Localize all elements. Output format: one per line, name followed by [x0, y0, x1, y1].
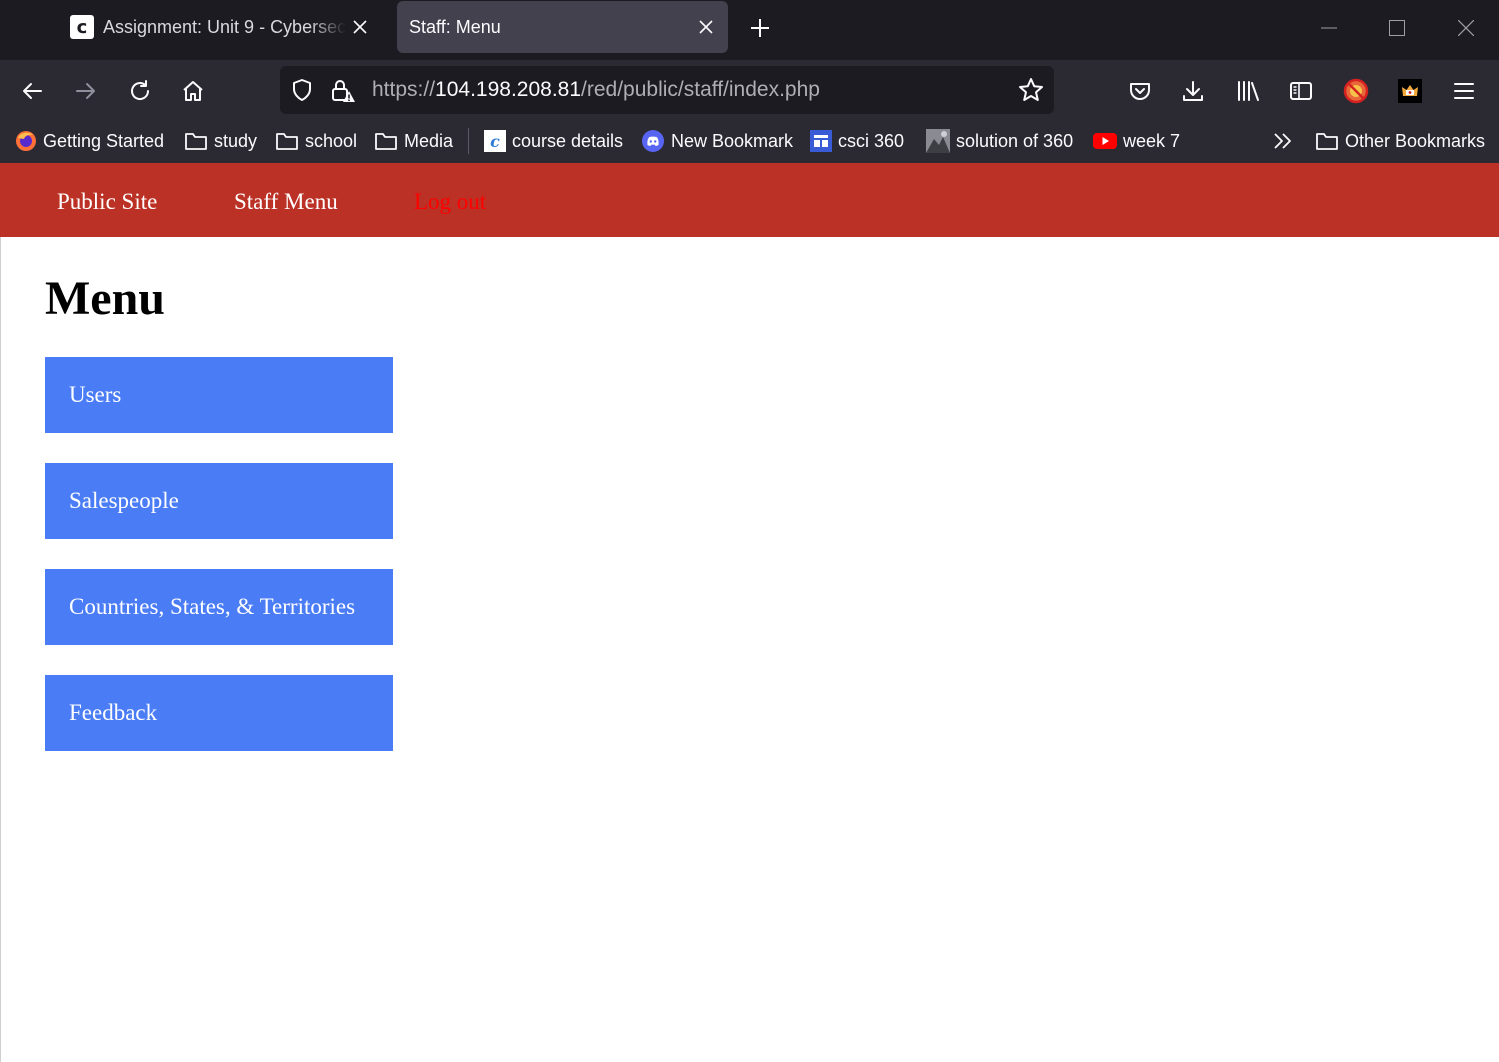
- close-tab-icon[interactable]: [346, 13, 374, 41]
- site-icon: [810, 130, 832, 152]
- course-favicon-icon: c: [70, 15, 94, 39]
- new-tab-button[interactable]: [744, 12, 776, 44]
- tab-title: Staff: Menu: [409, 16, 501, 37]
- bookmark-label: New Bookmark: [671, 130, 794, 151]
- url-path: /red/public/staff/index.php: [581, 78, 820, 101]
- url-host: 104.198.208.81: [435, 78, 582, 101]
- site-header-nav: Public Site Staff Menu Log out: [0, 163, 1499, 237]
- svg-text:c: c: [490, 132, 500, 151]
- url-text: https://104.198.208.81/red/public/staff/…: [372, 66, 820, 114]
- tab-staff-menu[interactable]: Staff: Menu: [397, 1, 728, 53]
- folder-icon: [1315, 131, 1339, 151]
- tab-title: Assignment: Unit 9 - Cybersecurity: [103, 16, 346, 37]
- back-arrow-icon[interactable]: [14, 73, 50, 109]
- extension-crown-icon[interactable]: [1392, 73, 1428, 109]
- bookmark-label: solution of 360: [956, 130, 1074, 151]
- bookmarks-overflow-chevron-icon[interactable]: [1272, 122, 1294, 160]
- minimize-window-icon[interactable]: [1306, 8, 1352, 48]
- home-icon[interactable]: [175, 73, 211, 109]
- browser-toolbar: https://104.198.208.81/red/public/staff/…: [0, 60, 1499, 122]
- public-site-link[interactable]: Public Site: [57, 163, 157, 239]
- url-scheme: https://: [372, 78, 436, 101]
- image-icon: [926, 129, 950, 153]
- countries-states-territories-menu-button[interactable]: Countries, States, & Territories: [45, 569, 393, 645]
- bookmarks-toolbar: Getting Started study school Media c cou…: [0, 122, 1499, 163]
- users-menu-button[interactable]: Users: [45, 357, 393, 433]
- staff-menu-link[interactable]: Staff Menu: [234, 163, 338, 239]
- bookmarks-separator: [468, 128, 469, 154]
- bookmark-folder-media[interactable]: Media: [374, 122, 453, 160]
- maximize-window-icon[interactable]: [1374, 8, 1420, 48]
- bookmark-getting-started[interactable]: Getting Started: [15, 122, 164, 160]
- bookmark-csci-360[interactable]: csci 360: [810, 122, 904, 160]
- discord-icon: [641, 129, 665, 153]
- bookmark-label: study: [214, 130, 258, 151]
- bookmark-label: school: [305, 130, 358, 151]
- feedback-menu-button[interactable]: Feedback: [45, 675, 393, 751]
- folder-icon: [374, 131, 398, 151]
- bookmark-course-details[interactable]: c course details: [484, 122, 623, 160]
- youtube-icon: [1093, 132, 1117, 150]
- tab-assignment[interactable]: c Assignment: Unit 9 - Cybersecurity: [62, 0, 382, 54]
- bookmark-folder-other[interactable]: Other Bookmarks: [1315, 122, 1485, 160]
- pocket-icon[interactable]: [1122, 73, 1158, 109]
- sidebar-icon[interactable]: [1283, 73, 1319, 109]
- reload-icon[interactable]: [122, 73, 158, 109]
- bookmark-label: course details: [512, 130, 624, 151]
- bookmark-folder-study[interactable]: study: [184, 122, 257, 160]
- salespeople-menu-button[interactable]: Salespeople: [45, 463, 393, 539]
- page-title: Menu: [45, 272, 165, 325]
- folder-icon: [184, 131, 208, 151]
- close-tab-icon[interactable]: [692, 13, 720, 41]
- bookmark-label: csci 360: [838, 130, 905, 151]
- course-icon: c: [484, 130, 506, 152]
- bookmark-label: Getting Started: [43, 130, 165, 151]
- page-content: Menu Users Salespeople Countries, States…: [0, 237, 1499, 1062]
- bookmark-label: Other Bookmarks: [1345, 130, 1486, 151]
- extension-blocker-icon[interactable]: [1338, 73, 1374, 109]
- downloads-icon[interactable]: [1175, 73, 1211, 109]
- app-menu-icon[interactable]: [1446, 73, 1482, 109]
- bookmark-solution-of-360[interactable]: solution of 360: [926, 122, 1073, 160]
- bookmark-label: week 7: [1123, 130, 1181, 151]
- close-window-icon[interactable]: [1443, 8, 1489, 48]
- tracking-shield-icon[interactable]: [290, 78, 314, 107]
- bookmark-new-bookmark[interactable]: New Bookmark: [641, 122, 793, 160]
- logout-link[interactable]: Log out: [414, 163, 486, 239]
- bookmark-label: Media: [404, 130, 454, 151]
- url-bar[interactable]: https://104.198.208.81/red/public/staff/…: [280, 66, 1054, 114]
- bookmark-week-7[interactable]: week 7: [1093, 122, 1180, 160]
- firefox-icon: [15, 130, 37, 152]
- library-icon[interactable]: [1230, 73, 1266, 109]
- insecure-lock-icon[interactable]: [330, 78, 356, 109]
- browser-titlebar: c Assignment: Unit 9 - Cybersecurity Sta…: [0, 0, 1499, 60]
- forward-arrow-icon[interactable]: [68, 73, 104, 109]
- bookmark-folder-school[interactable]: school: [275, 122, 357, 160]
- bookmark-star-icon[interactable]: [1018, 77, 1044, 108]
- folder-icon: [275, 131, 299, 151]
